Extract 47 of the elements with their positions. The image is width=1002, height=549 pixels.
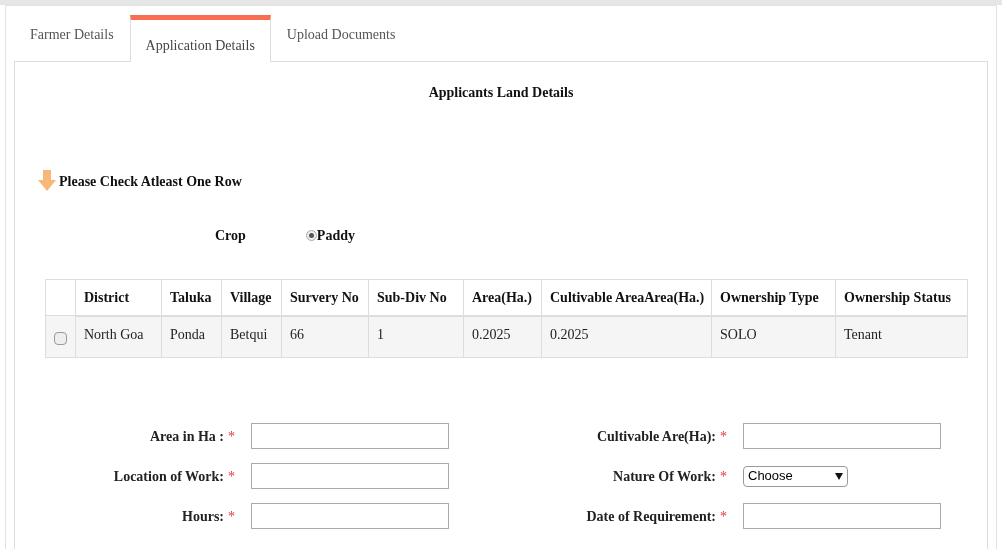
caret-icon <box>835 472 843 480</box>
table-cell: 66 <box>281 315 369 358</box>
column-header: Taluka <box>161 279 222 316</box>
input-field[interactable] <box>743 423 941 449</box>
table-cell: North Goa <box>75 315 162 358</box>
down-arrow-icon <box>37 169 57 193</box>
field-label: Date of Requirement: <box>586 507 716 526</box>
required-asterisk: * <box>228 507 235 526</box>
column-header: District <box>75 279 162 316</box>
column-header: Ownership Status <box>835 279 968 316</box>
required-asterisk: * <box>228 427 235 446</box>
tab[interactable]: Farmer Details <box>14 17 130 61</box>
field-label: Location of Work: <box>113 467 224 486</box>
field-label: Area in Ha : <box>150 427 224 446</box>
table-cell: 1 <box>368 315 464 358</box>
tab[interactable]: Application Details <box>129 15 271 62</box>
nature-of-work-select[interactable]: Choose <box>743 465 848 487</box>
crop-label: Crop <box>215 227 246 245</box>
column-header: Survery No <box>281 279 369 316</box>
required-asterisk: * <box>720 427 727 446</box>
tab[interactable]: Upload Documents <box>270 17 412 61</box>
notice-text: Please Check Atleast One Row <box>59 172 242 191</box>
table-cell: SOLO <box>711 315 836 358</box>
required-asterisk: * <box>720 467 727 486</box>
column-header: Cultivable AreaArea(Ha.) <box>541 279 712 316</box>
input-field[interactable] <box>251 503 449 529</box>
section-title: Applicants Land Details <box>428 84 574 102</box>
required-asterisk: * <box>228 467 235 486</box>
column-header: Village <box>221 279 282 316</box>
radio-button[interactable] <box>305 230 317 241</box>
table-cell: 0.2025 <box>541 315 712 358</box>
field-label: Nature Of Work: <box>613 467 716 486</box>
table-cell: Betqui <box>221 315 282 358</box>
table-cell: Ponda <box>161 315 222 358</box>
field-label: Hours: <box>182 507 224 526</box>
column-header: Sub-Div No <box>368 279 464 316</box>
column-header: Area(Ha.) <box>463 279 542 316</box>
input-field[interactable] <box>743 503 941 529</box>
column-header: Ownership Type <box>711 279 836 316</box>
table-cell: 0.2025 <box>463 315 542 358</box>
input-field[interactable] <box>251 423 449 449</box>
input-field[interactable] <box>251 463 449 489</box>
table-cell: Tenant <box>835 315 968 358</box>
field-label: Cultivable Are(Ha): <box>596 427 716 446</box>
radio-label[interactable]: Paddy <box>316 225 355 246</box>
required-asterisk: * <box>720 507 727 526</box>
row-checkbox[interactable] <box>54 332 67 345</box>
